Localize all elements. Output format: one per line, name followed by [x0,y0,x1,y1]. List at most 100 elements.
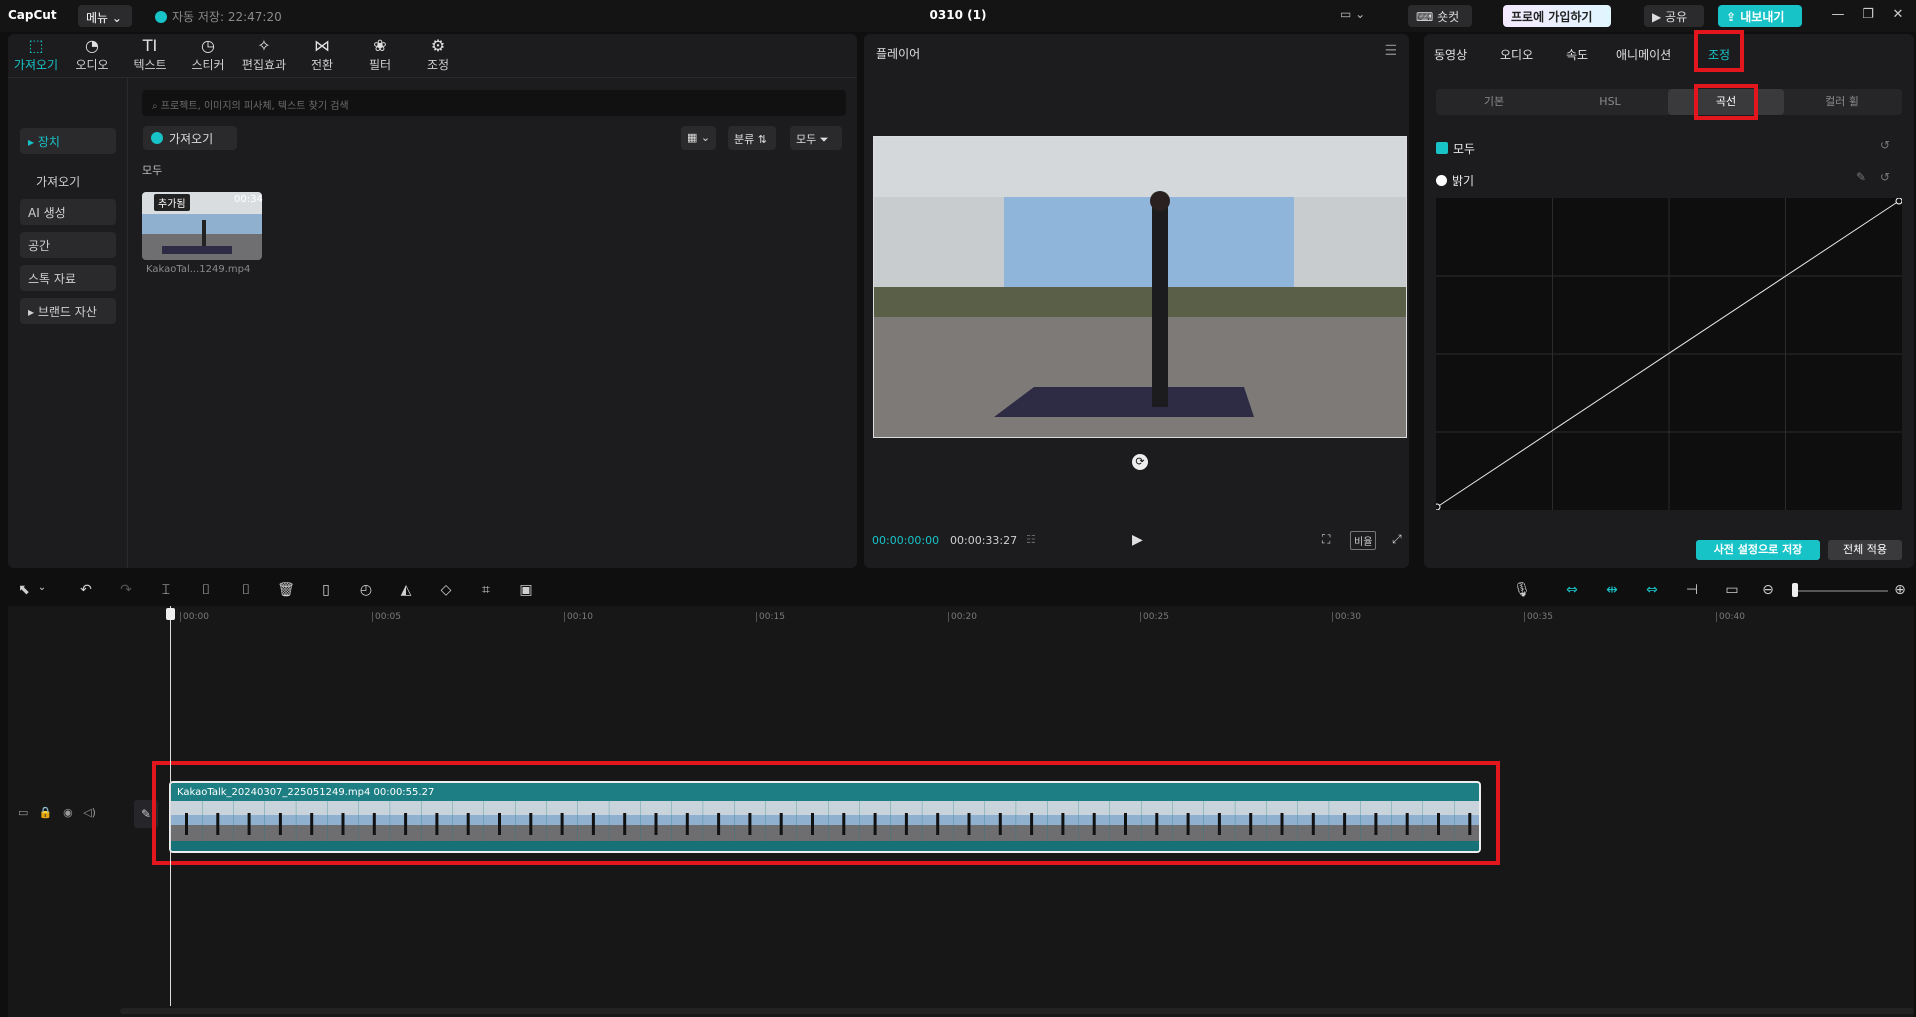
close-icon[interactable]: ✕ [1888,7,1908,22]
snapshot-icon[interactable]: ⛶ [1322,532,1330,547]
eyedropper-icon[interactable]: ✎ [1856,170,1866,184]
sidebar-item-ai[interactable]: AI 생성 [20,199,116,225]
rotate-tool-icon[interactable]: ◇ [436,582,456,598]
all-checkbox[interactable]: 모두 [1436,140,1475,157]
sort-button[interactable]: 분류 ⇅ [728,126,776,150]
play-icon[interactable]: ▶ [1132,532,1143,548]
export-label: 내보내기 [1740,10,1785,24]
pro-feature-icon[interactable]: ▣ [516,582,536,598]
split-right-icon[interactable]: ⌷ [236,582,256,598]
filmstrip-frame [484,801,515,841]
filmstrip-frame [1235,801,1267,841]
crop-icon[interactable]: ⌗ [476,582,496,598]
reset-icon[interactable]: ↺ [1880,170,1890,184]
main-track-magnet-icon[interactable]: ⇔ [1562,582,1582,598]
tab-audio[interactable]: ◔ 오디오 [66,36,118,76]
undo-icon[interactable]: ↶ [76,582,96,598]
microphone-icon[interactable]: 🎙 [1512,582,1532,598]
tab-label: 편집효과 [241,58,287,72]
ratio-button[interactable]: 비율 [1350,531,1377,550]
subtab-basic[interactable]: 기본 [1436,89,1552,115]
linkage-icon[interactable]: ⇔ [1642,582,1662,598]
playhead[interactable] [170,606,171,1006]
player-panel: 플레이어 ☰ ⟳ 00:00:00:00 00:00:33:27 ☷ ▶ ⛶ 비… [864,34,1409,568]
speed-icon[interactable]: ◴ [356,582,376,598]
tab-sticker[interactable]: ◷ 스티커 [182,36,234,76]
filmstrip-frame [1047,801,1079,841]
tab-import[interactable]: ⬚ 가져오기 [10,36,62,76]
video-preview[interactable] [873,136,1407,438]
sidebar-item-device[interactable]: ▸ 장치 [20,128,116,154]
tab-adjust[interactable]: 조정 [1708,46,1730,63]
zoom-in-icon[interactable]: ⊕ [1890,582,1910,598]
maximize-icon[interactable]: ❐ [1858,7,1878,22]
cover-icon[interactable]: ▭ [18,806,28,819]
redo-icon[interactable]: ↷ [116,582,136,598]
menu-button[interactable]: 메뉴 ⌄ [78,5,132,27]
apply-all-button[interactable]: 전체 적용 [1828,540,1902,560]
curve-editor[interactable] [1433,197,1903,511]
grid-view-button[interactable]: ▦ ⌄ [681,126,717,150]
tab-video[interactable]: 동영상 [1434,46,1467,63]
minimize-icon[interactable]: — [1828,7,1848,22]
subtab-curves[interactable]: 곡선 [1668,89,1784,115]
pro-subscribe-button[interactable]: 프로에 가입하기 [1503,5,1611,27]
adjust-subtabs: 기본 HSL 곡선 컬러 휠 [1436,89,1902,115]
filter-button[interactable]: 모두 ⏷ [790,126,842,150]
subtab-hsl[interactable]: HSL [1552,89,1668,115]
split-left-icon[interactable]: ⌷ [196,582,216,598]
preview-axis-icon[interactable]: ⊣ [1682,582,1702,598]
tab-effects[interactable]: ✧ 편집효과 [238,36,290,76]
fullscreen-icon[interactable]: ⤢ [1392,532,1402,547]
sidebar-item-space[interactable]: 공간 [20,232,116,258]
chevron-down-icon[interactable]: ⌄ [32,582,52,593]
zoom-slider[interactable] [1798,590,1888,592]
lock-icon[interactable]: 🔒 [39,806,53,819]
auto-snap-icon[interactable]: ⇹ [1602,582,1622,598]
import-button[interactable]: 가져오기 [143,126,237,150]
timeline-ruler[interactable]: 00:00 00:05 00:10 00:15 00:20 00:25 00:3… [120,606,1914,626]
sidebar-item-stock[interactable]: 스톡 자료 [20,265,116,291]
thumbnail-toggle-icon[interactable]: ▭ [1722,582,1742,598]
zoom-slider-handle[interactable] [1792,583,1798,597]
zoom-out-icon[interactable]: ⊖ [1758,582,1778,598]
speaker-icon[interactable]: ◁) [83,806,96,819]
tab-transition[interactable]: ⋈ 전환 [296,36,348,76]
tab-animation[interactable]: 애니메이션 [1616,46,1671,63]
timecode-list-icon[interactable]: ☷ [1026,533,1036,546]
title-bar: CapCut 메뉴 ⌄ 자동 저장: 22:47:20 0310 (1) ▭ ⌄… [0,0,1916,32]
tab-speed[interactable]: 속도 [1566,46,1588,63]
edit-cover-icon[interactable]: ✎ [134,800,158,828]
reset-icon[interactable]: ↺ [1880,138,1890,152]
freeze-icon[interactable]: ▯ [316,582,336,598]
tab-filter[interactable]: ❀ 필터 [354,36,406,76]
video-clip[interactable]: KakaoTalk_20240307_225051249.mp4 00:00:5… [169,781,1481,853]
tab-text[interactable]: TI 텍스트 [124,36,176,76]
split-icon[interactable]: ⌶ [156,582,176,598]
capcut-logo: CapCut [8,8,57,22]
media-sidebar: ▸ 장치 가져오기 AI 생성 공간 스톡 자료 ▸ 브랜드 자산 [8,78,128,568]
timeline-scrollbar[interactable] [120,1008,1914,1014]
subtab-color-wheel[interactable]: 컬러 휠 [1784,89,1900,115]
playhead-handle[interactable] [166,608,175,620]
mirror-icon[interactable]: ◭ [396,582,416,598]
tab-adjust[interactable]: ⚙ 조정 [412,36,464,76]
shortcut-button[interactable]: ⌨ 숏컷 [1408,5,1472,27]
brightness-channel[interactable]: 밝기 [1436,172,1474,189]
sidebar-item-brand[interactable]: ▸ 브랜드 자산 [20,298,116,324]
search-input[interactable]: ⌕ 프로젝트, 이미지의 피사체, 텍스트 찾기 검색 [142,90,846,116]
tab-audio[interactable]: 오디오 [1500,46,1533,63]
share-button[interactable]: ▶ 공유 [1644,5,1704,27]
rotate-icon[interactable]: ⟳ [1132,454,1148,470]
export-button[interactable]: ⇪ 내보내기 [1718,5,1802,27]
select-tool-icon[interactable]: ⬉ [14,582,34,598]
save-preset-button[interactable]: 사전 설정으로 저장 [1696,540,1820,560]
sidebar-item-import[interactable]: 가져오기 [20,168,116,194]
hamburger-icon[interactable]: ☰ [1384,43,1397,59]
filmstrip-frame [1203,801,1235,841]
plus-icon [151,132,163,144]
delete-icon[interactable]: 🗑 [276,582,296,598]
keyboard-icon: ⌨ [1416,10,1438,24]
eye-icon[interactable]: ◉ [63,806,73,819]
layout-icon[interactable]: ▭ ⌄ [1340,7,1374,25]
